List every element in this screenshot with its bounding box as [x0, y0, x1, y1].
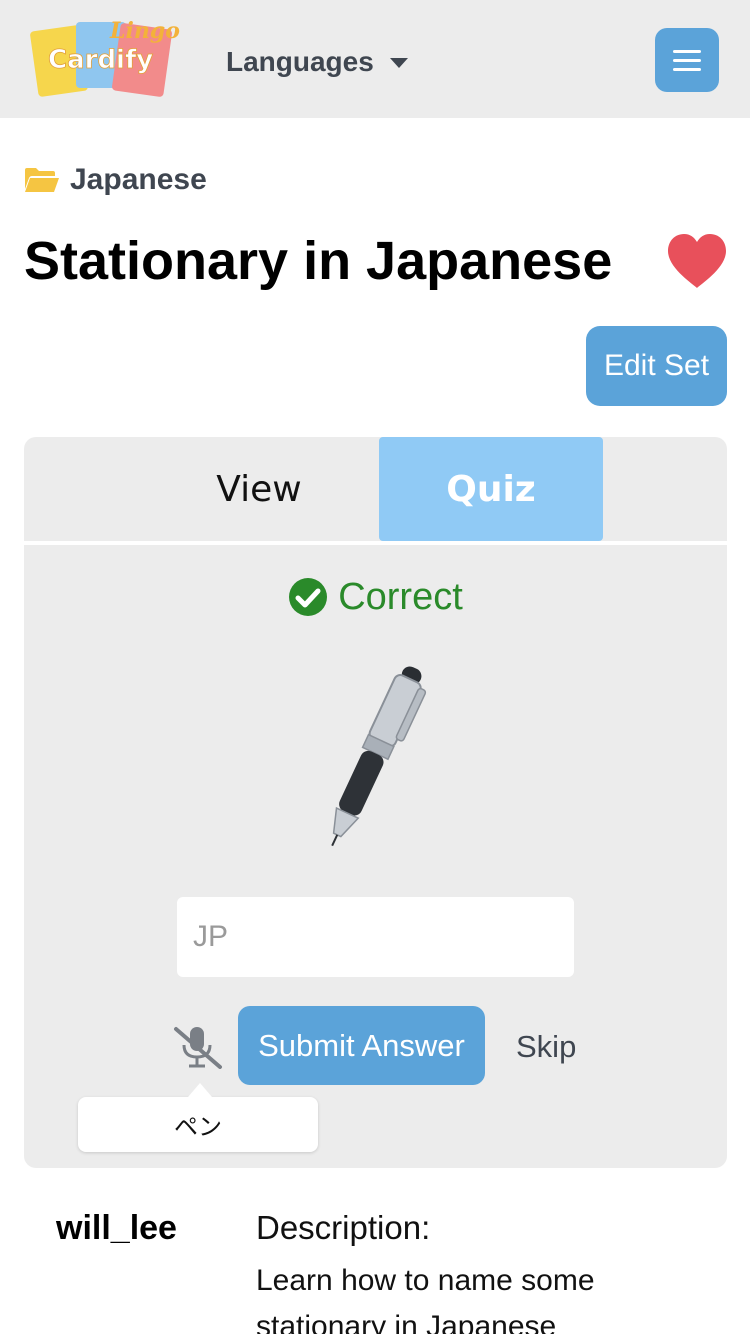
hamburger-line — [673, 58, 701, 62]
edit-set-button[interactable]: Edit Set — [586, 326, 727, 406]
skip-button[interactable]: Skip — [516, 1025, 576, 1069]
hamburger-menu-button[interactable] — [655, 28, 719, 92]
mode-tabs: View Quiz — [24, 437, 727, 541]
hamburger-line — [673, 49, 701, 53]
description-label: Description: — [256, 1209, 431, 1246]
hamburger-line — [673, 67, 701, 71]
pen-image — [331, 666, 427, 847]
tab-quiz[interactable]: Quiz — [379, 437, 603, 541]
category-label: Japanese — [70, 163, 207, 196]
folder-open-icon — [25, 168, 59, 192]
check-circle-icon — [289, 578, 328, 616]
tab-view[interactable]: View — [139, 437, 379, 541]
divider — [24, 541, 727, 545]
quiz-card: View Quiz Correct Submit Answer Skip ペン — [24, 437, 727, 1168]
languages-label: Languages — [226, 46, 374, 77]
chevron-down-icon — [389, 58, 408, 68]
answer-tooltip: ペン — [78, 1083, 318, 1152]
result-text: Correct — [338, 575, 463, 618]
heart-icon[interactable] — [666, 232, 728, 290]
submit-answer-button[interactable]: Submit Answer — [238, 1006, 485, 1085]
page-title: Stationary in Japanese — [24, 231, 613, 291]
languages-dropdown[interactable]: Languages — [226, 40, 408, 84]
brand-logo[interactable]: Cardify Lingo — [30, 10, 190, 102]
svg-text:Cardify: Cardify — [48, 45, 153, 75]
author-name[interactable]: will_lee — [56, 1206, 177, 1250]
top-navbar: Cardify Lingo Languages — [0, 0, 750, 118]
microphone-off-icon[interactable] — [172, 1025, 224, 1069]
answer-input[interactable] — [177, 897, 574, 977]
category-link[interactable]: Japanese — [24, 160, 207, 200]
description-text: Learn how to name some stationary in Jap… — [256, 1264, 595, 1334]
svg-text:Lingo: Lingo — [109, 18, 180, 44]
result-message: Correct — [24, 575, 727, 619]
